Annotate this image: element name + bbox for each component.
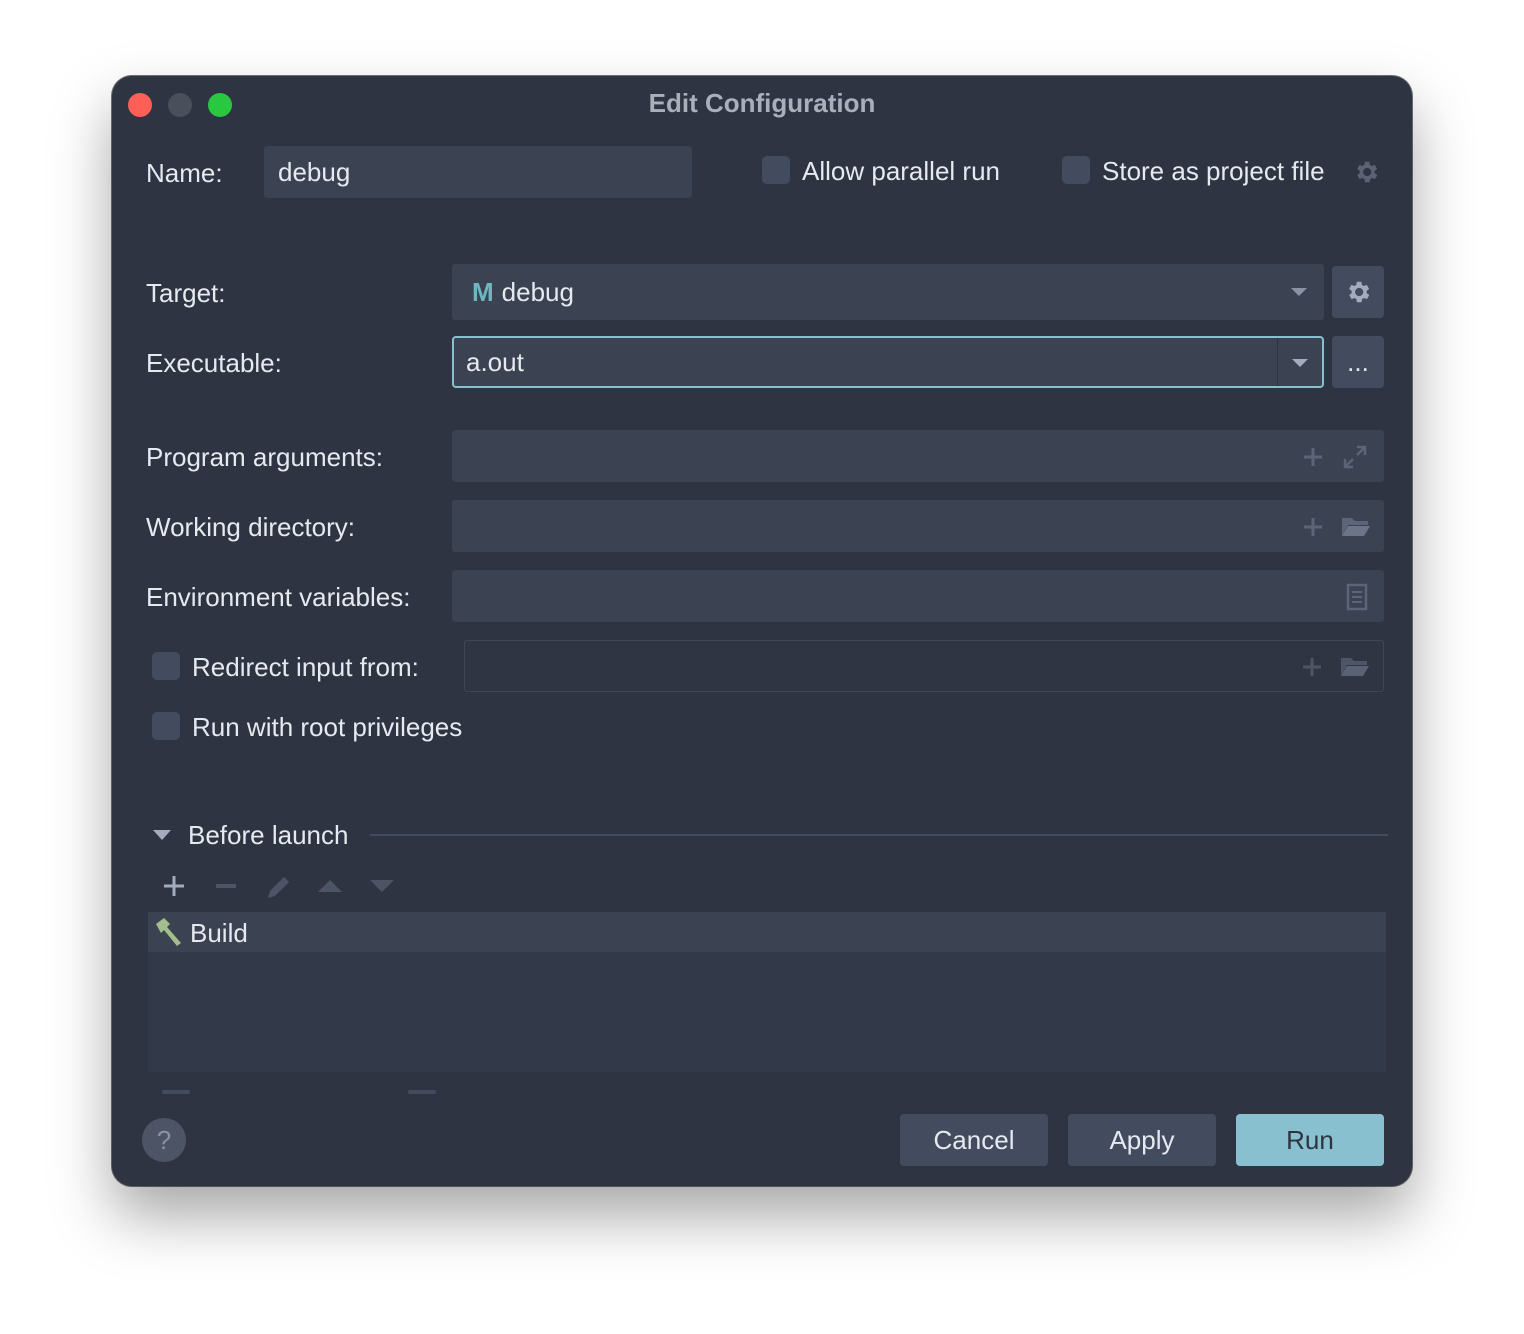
redirect-input-field[interactable] [464,640,1384,692]
store-as-project-file-checkbox[interactable] [1062,156,1090,184]
task-label: Build [190,918,248,948]
allow-parallel-run-label: Allow parallel run [802,156,1000,186]
plus-icon[interactable] [1301,656,1323,678]
root-privileges-checkbox[interactable] [152,712,180,740]
target-label: Target: [146,278,226,308]
gear-icon [1349,281,1370,303]
target-module-badge: M [472,276,494,307]
browse-label: ... [1347,346,1369,377]
redirect-input-checkbox[interactable] [152,652,180,680]
resize-handle [162,1090,190,1094]
program-arguments-label: Program arguments: [146,442,383,472]
executable-label: Executable: [146,348,282,378]
expand-icon[interactable] [1342,444,1368,470]
store-as-project-file-label: Store as project file [1102,156,1325,186]
before-launch-task-list: Build [148,912,1386,1072]
redirect-input-label: Redirect input from: [192,652,419,682]
move-up-icon[interactable] [316,878,344,894]
executable-value: a.out [466,346,524,377]
name-input[interactable]: debug [264,146,692,198]
resize-handle [408,1090,436,1094]
target-value: debug [501,276,574,307]
plus-icon[interactable] [1302,446,1324,468]
task-row[interactable]: Build [148,912,1386,952]
before-launch-title: Before launch [188,820,349,850]
program-arguments-input[interactable] [452,430,1384,482]
pencil-icon[interactable] [264,872,294,902]
executable-combobox[interactable]: a.out [452,336,1324,388]
help-button[interactable]: ? [142,1118,186,1162]
working-directory-label: Working directory: [146,512,356,542]
folder-icon[interactable] [1339,654,1371,678]
document-icon[interactable] [1346,583,1368,611]
allow-parallel-run-checkbox[interactable] [762,156,790,184]
run-button[interactable]: Run [1236,1114,1384,1166]
help-icon: ? [156,1124,172,1155]
hammer-icon [156,918,181,946]
root-privileges-label: Run with root privileges [192,712,463,742]
name-value: debug [278,156,351,187]
collapse-triangle-icon[interactable] [152,828,172,842]
apply-button[interactable]: Apply [1068,1114,1216,1166]
move-down-icon[interactable] [368,878,396,894]
plus-icon[interactable] [1302,516,1324,538]
minus-icon[interactable] [214,874,238,898]
chevron-down-icon [1292,359,1308,367]
executable-browse-button[interactable]: ... [1332,336,1384,388]
edit-configuration-dialog: Edit Configuration Name: debug Allow par… [112,76,1412,1186]
name-label: Name: [146,158,223,188]
executable-dropdown-button[interactable] [1277,338,1322,386]
target-settings-button[interactable] [1332,266,1384,318]
chevron-down-icon [1291,288,1307,296]
working-directory-input[interactable] [452,500,1384,552]
folder-icon[interactable] [1340,514,1372,538]
window-title: Edit Configuration [648,88,876,118]
target-select[interactable]: M debug [452,264,1324,320]
section-divider [370,834,1388,836]
plus-icon[interactable] [162,874,186,898]
gear-icon[interactable] [1352,158,1380,186]
environment-variables-label: Environment variables: [146,582,411,612]
environment-variables-input[interactable] [452,570,1384,622]
cancel-button[interactable]: Cancel [900,1114,1048,1166]
